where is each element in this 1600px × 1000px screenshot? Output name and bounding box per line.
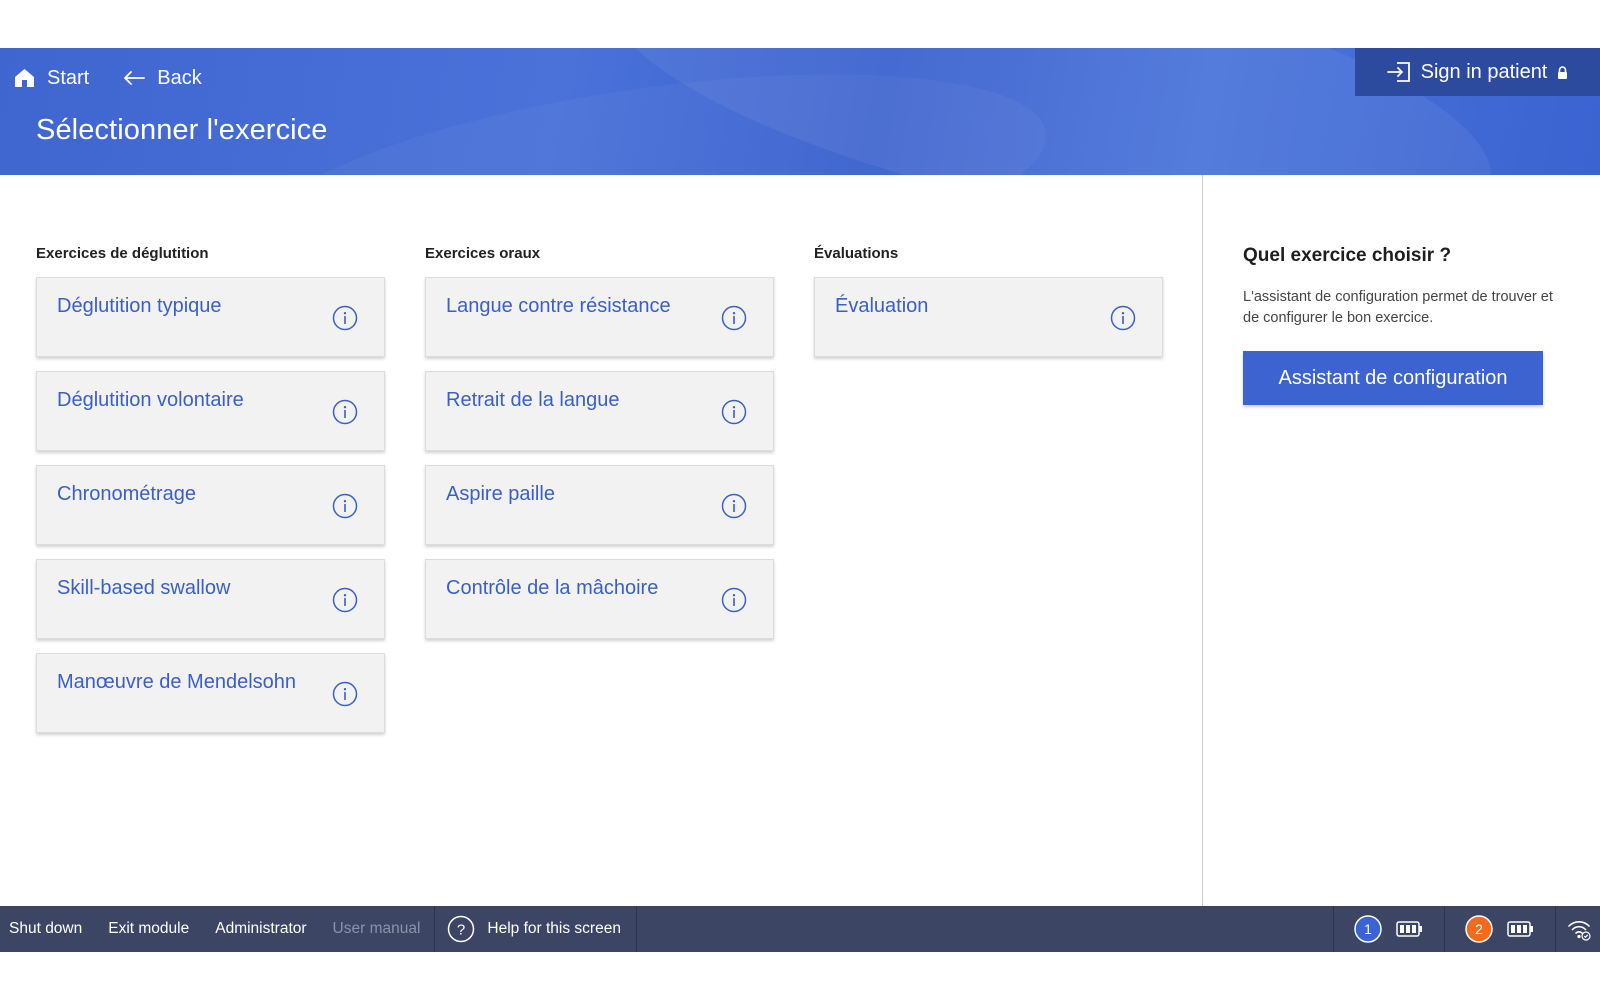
- exercise-label: Évaluation: [835, 295, 929, 317]
- info-icon[interactable]: [721, 399, 747, 425]
- column-title: Évaluations: [814, 245, 899, 262]
- wireless-icon: [1568, 921, 1591, 941]
- exercise-label: Manœuvre de Mendelsohn: [57, 671, 297, 693]
- administrator-button[interactable]: Administrator: [202, 920, 319, 938]
- back-button[interactable]: Back: [123, 66, 202, 90]
- exercise-card-tongue-retraction[interactable]: Retrait de la langue: [425, 371, 774, 451]
- side-panel-title: Quel exercice choisir ?: [1243, 245, 1452, 266]
- column-swallowing-exercises: Exercices de déglutition Déglutition typ…: [36, 245, 385, 747]
- exercise-label: Aspire paille: [446, 483, 555, 505]
- start-button[interactable]: Start: [14, 67, 89, 90]
- info-icon[interactable]: [721, 305, 747, 331]
- back-label: Back: [157, 66, 202, 89]
- battery-icon: [1396, 921, 1422, 937]
- exercise-card-mendelsohn-maneuver[interactable]: Manœuvre de Mendelsohn: [36, 653, 385, 733]
- home-icon: [15, 69, 34, 87]
- exercise-label: Retrait de la langue: [446, 389, 620, 411]
- footer-separator: [635, 906, 637, 952]
- app-window: Start Back Sign in patient Sélectionner …: [0, 48, 1600, 952]
- exercise-label: Skill-based swallow: [57, 577, 231, 599]
- exercise-label: Déglutition volontaire: [57, 389, 244, 411]
- exit-module-button[interactable]: Exit module: [95, 920, 202, 938]
- column-title: Exercices oraux: [425, 245, 541, 262]
- column-title: Exercices de déglutition: [36, 245, 209, 262]
- start-label: Start: [47, 66, 90, 89]
- info-icon[interactable]: [332, 493, 358, 519]
- info-icon[interactable]: [332, 399, 358, 425]
- exercise-label: Chronométrage: [57, 483, 196, 505]
- arrow-left-icon: [124, 71, 146, 85]
- exercise-card-typical-swallow[interactable]: Déglutition typique: [36, 277, 385, 357]
- exercise-card-timing[interactable]: Chronométrage: [36, 465, 385, 545]
- exercise-card-straw-suction[interactable]: Aspire paille: [425, 465, 774, 545]
- info-icon[interactable]: [332, 681, 358, 707]
- header-bar: Start Back Sign in patient Sélectionner …: [0, 48, 1600, 175]
- exercise-card-skill-based-swallow[interactable]: Skill-based swallow: [36, 559, 385, 639]
- exercise-card-jaw-control[interactable]: Contrôle de la mâchoire: [425, 559, 774, 639]
- exercise-card-tongue-resistance[interactable]: Langue contre résistance: [425, 277, 774, 357]
- exercise-label: Langue contre résistance: [446, 295, 671, 317]
- page-title: Sélectionner l'exercice: [36, 114, 328, 146]
- question-icon: ?: [448, 915, 475, 943]
- info-icon[interactable]: [721, 493, 747, 519]
- device-2-status[interactable]: 2: [1445, 906, 1554, 952]
- footer-bar: Shut down Exit module Administrator User…: [0, 906, 1600, 952]
- sign-in-label: Sign in patient: [1420, 60, 1548, 83]
- column-evaluations: Évaluations Évaluation: [814, 245, 1163, 371]
- side-panel-description: L'assistant de configuration permet de t…: [1243, 289, 1553, 326]
- battery-icon: [1507, 921, 1533, 937]
- device-2-badge-icon: 2: [1465, 915, 1493, 943]
- exercise-card-evaluation[interactable]: Évaluation: [814, 277, 1163, 357]
- device-1-badge-icon: 1: [1354, 915, 1382, 943]
- info-icon[interactable]: [721, 587, 747, 613]
- exercise-label: Contrôle de la mâchoire: [446, 577, 659, 599]
- shut-down-button[interactable]: Shut down: [0, 920, 95, 938]
- configuration-assistant-button[interactable]: Assistant de configuration: [1243, 351, 1543, 405]
- exercise-card-voluntary-swallow[interactable]: Déglutition volontaire: [36, 371, 385, 451]
- svg-text:?: ?: [457, 922, 465, 939]
- info-icon[interactable]: [332, 587, 358, 613]
- sign-in-icon: [1386, 62, 1410, 82]
- info-icon[interactable]: [332, 305, 358, 331]
- sign-in-patient-button[interactable]: Sign in patient: [1355, 48, 1600, 96]
- column-oral-exercises: Exercices oraux Langue contre résistance…: [425, 245, 774, 653]
- panel-divider: [1202, 175, 1203, 906]
- info-icon[interactable]: [1110, 305, 1136, 331]
- exercise-label: Déglutition typique: [57, 295, 222, 317]
- help-label: Help for this screen: [487, 920, 621, 937]
- configuration-assistant-label: Assistant de configuration: [1278, 366, 1508, 389]
- device-2-number: 2: [1475, 921, 1483, 937]
- device-1-status[interactable]: 1: [1334, 906, 1443, 952]
- device-1-number: 1: [1364, 921, 1372, 937]
- lock-icon: [1558, 65, 1568, 79]
- help-side-panel: Quel exercice choisir ? L'assistant de c…: [1243, 175, 1583, 405]
- exercise-selection-area: Exercices de déglutition Déglutition typ…: [0, 175, 1202, 906]
- top-navigation: Start Back: [14, 64, 236, 92]
- user-manual-button[interactable]: User manual: [320, 920, 434, 938]
- wireless-status[interactable]: [1556, 906, 1600, 952]
- help-for-this-screen-button[interactable]: ? Help for this screen: [435, 915, 635, 943]
